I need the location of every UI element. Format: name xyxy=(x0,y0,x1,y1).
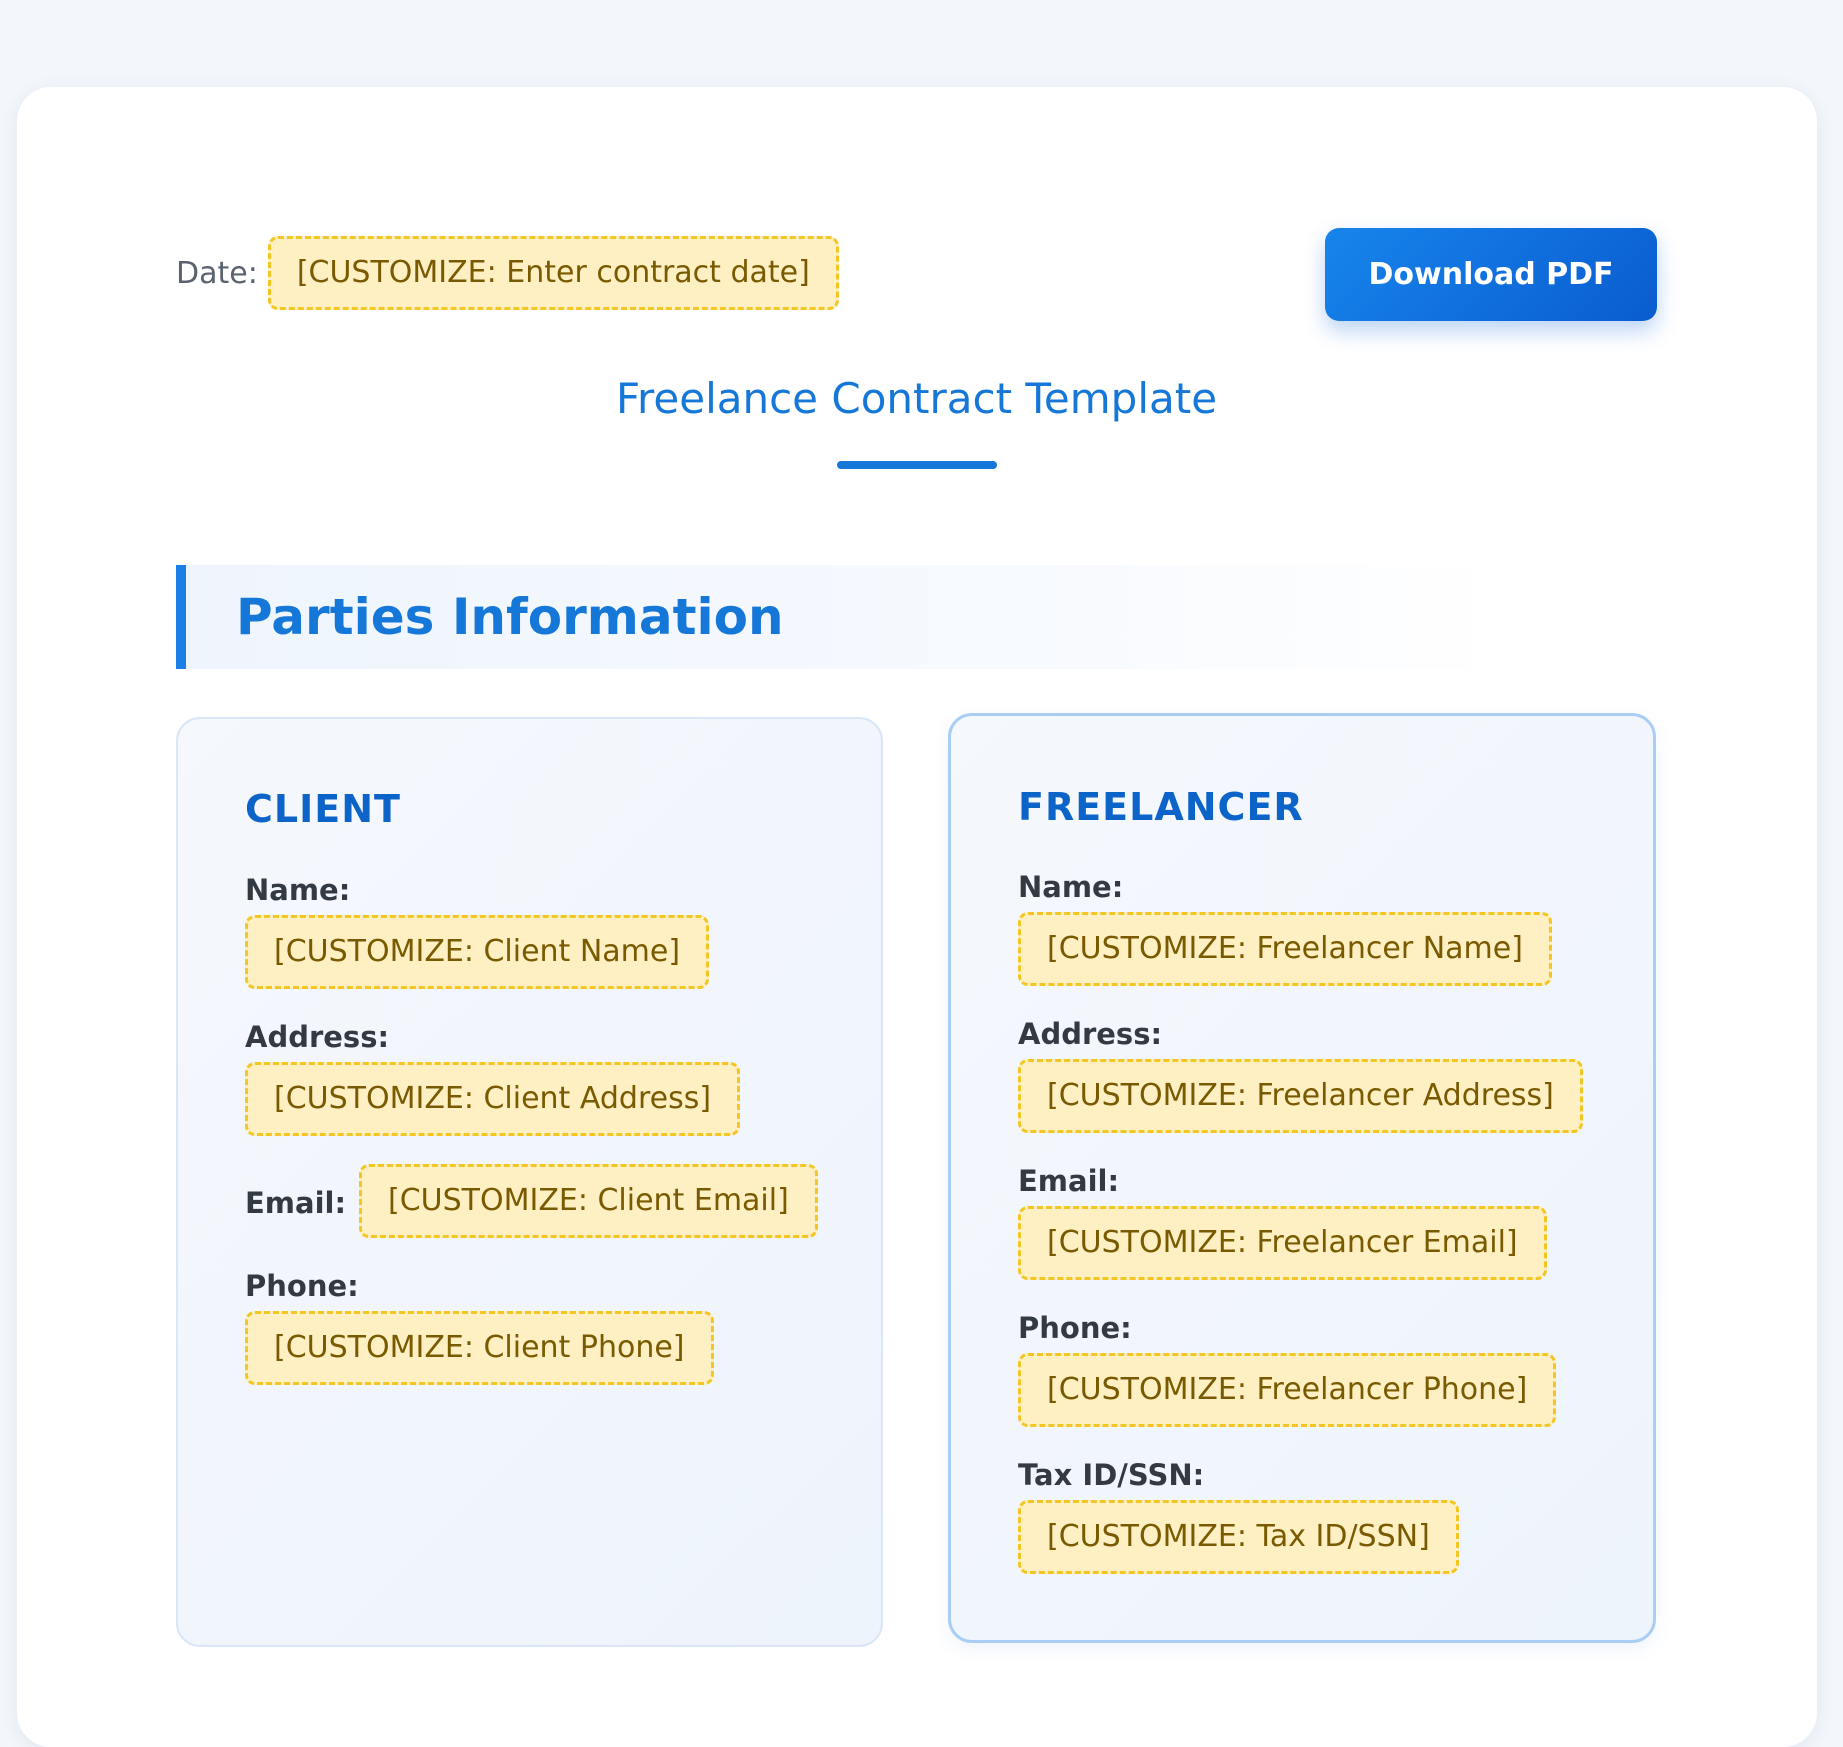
freelancer-address-field[interactable]: [CUSTOMIZE: Freelancer Address] xyxy=(1018,1059,1583,1133)
client-name-field[interactable]: [CUSTOMIZE: Client Name] xyxy=(245,915,710,989)
download-pdf-button[interactable]: Download PDF xyxy=(1325,228,1657,321)
freelancer-email-label: Email: xyxy=(1018,1164,1120,1198)
client-address-field[interactable]: [CUSTOMIZE: Client Address] xyxy=(245,1062,741,1136)
client-phone-label: Phone: xyxy=(245,1269,359,1303)
page-title: Freelance Contract Template xyxy=(615,374,1218,423)
client-email-field[interactable]: [CUSTOMIZE: Client Email] xyxy=(359,1164,818,1238)
client-address-label: Address: xyxy=(245,1020,390,1054)
client-email-label: Email: xyxy=(245,1186,347,1220)
freelancer-heading: FREELANCER xyxy=(1018,785,1304,829)
freelancer-taxid-label: Tax ID/SSN: xyxy=(1018,1458,1205,1492)
client-heading: CLIENT xyxy=(245,787,401,831)
date-label: Date: xyxy=(176,255,258,291)
client-phone-field[interactable]: [CUSTOMIZE: Client Phone] xyxy=(245,1311,714,1385)
section-title: Parties Information xyxy=(236,588,784,646)
freelancer-email-field[interactable]: [CUSTOMIZE: Freelancer Email] xyxy=(1018,1206,1547,1280)
client-box: CLIENT Name: [CUSTOMIZE: Client Name] Ad… xyxy=(176,717,883,1647)
date-row: Date: [CUSTOMIZE: Enter contract date] xyxy=(176,236,839,310)
freelancer-box: FREELANCER Name: [CUSTOMIZE: Freelancer … xyxy=(948,713,1656,1643)
freelancer-taxid-field[interactable]: [CUSTOMIZE: Tax ID/SSN] xyxy=(1018,1500,1459,1574)
freelancer-address-label: Address: xyxy=(1018,1017,1163,1051)
section-header-parties: Parties Information xyxy=(176,565,1506,669)
freelancer-phone-field[interactable]: [CUSTOMIZE: Freelancer Phone] xyxy=(1018,1353,1557,1427)
client-name-label: Name: xyxy=(245,873,351,907)
freelancer-phone-label: Phone: xyxy=(1018,1311,1132,1345)
freelancer-name-field[interactable]: [CUSTOMIZE: Freelancer Name] xyxy=(1018,912,1552,986)
date-field[interactable]: [CUSTOMIZE: Enter contract date] xyxy=(267,236,839,310)
title-underline xyxy=(837,461,997,469)
freelancer-name-label: Name: xyxy=(1018,870,1124,904)
